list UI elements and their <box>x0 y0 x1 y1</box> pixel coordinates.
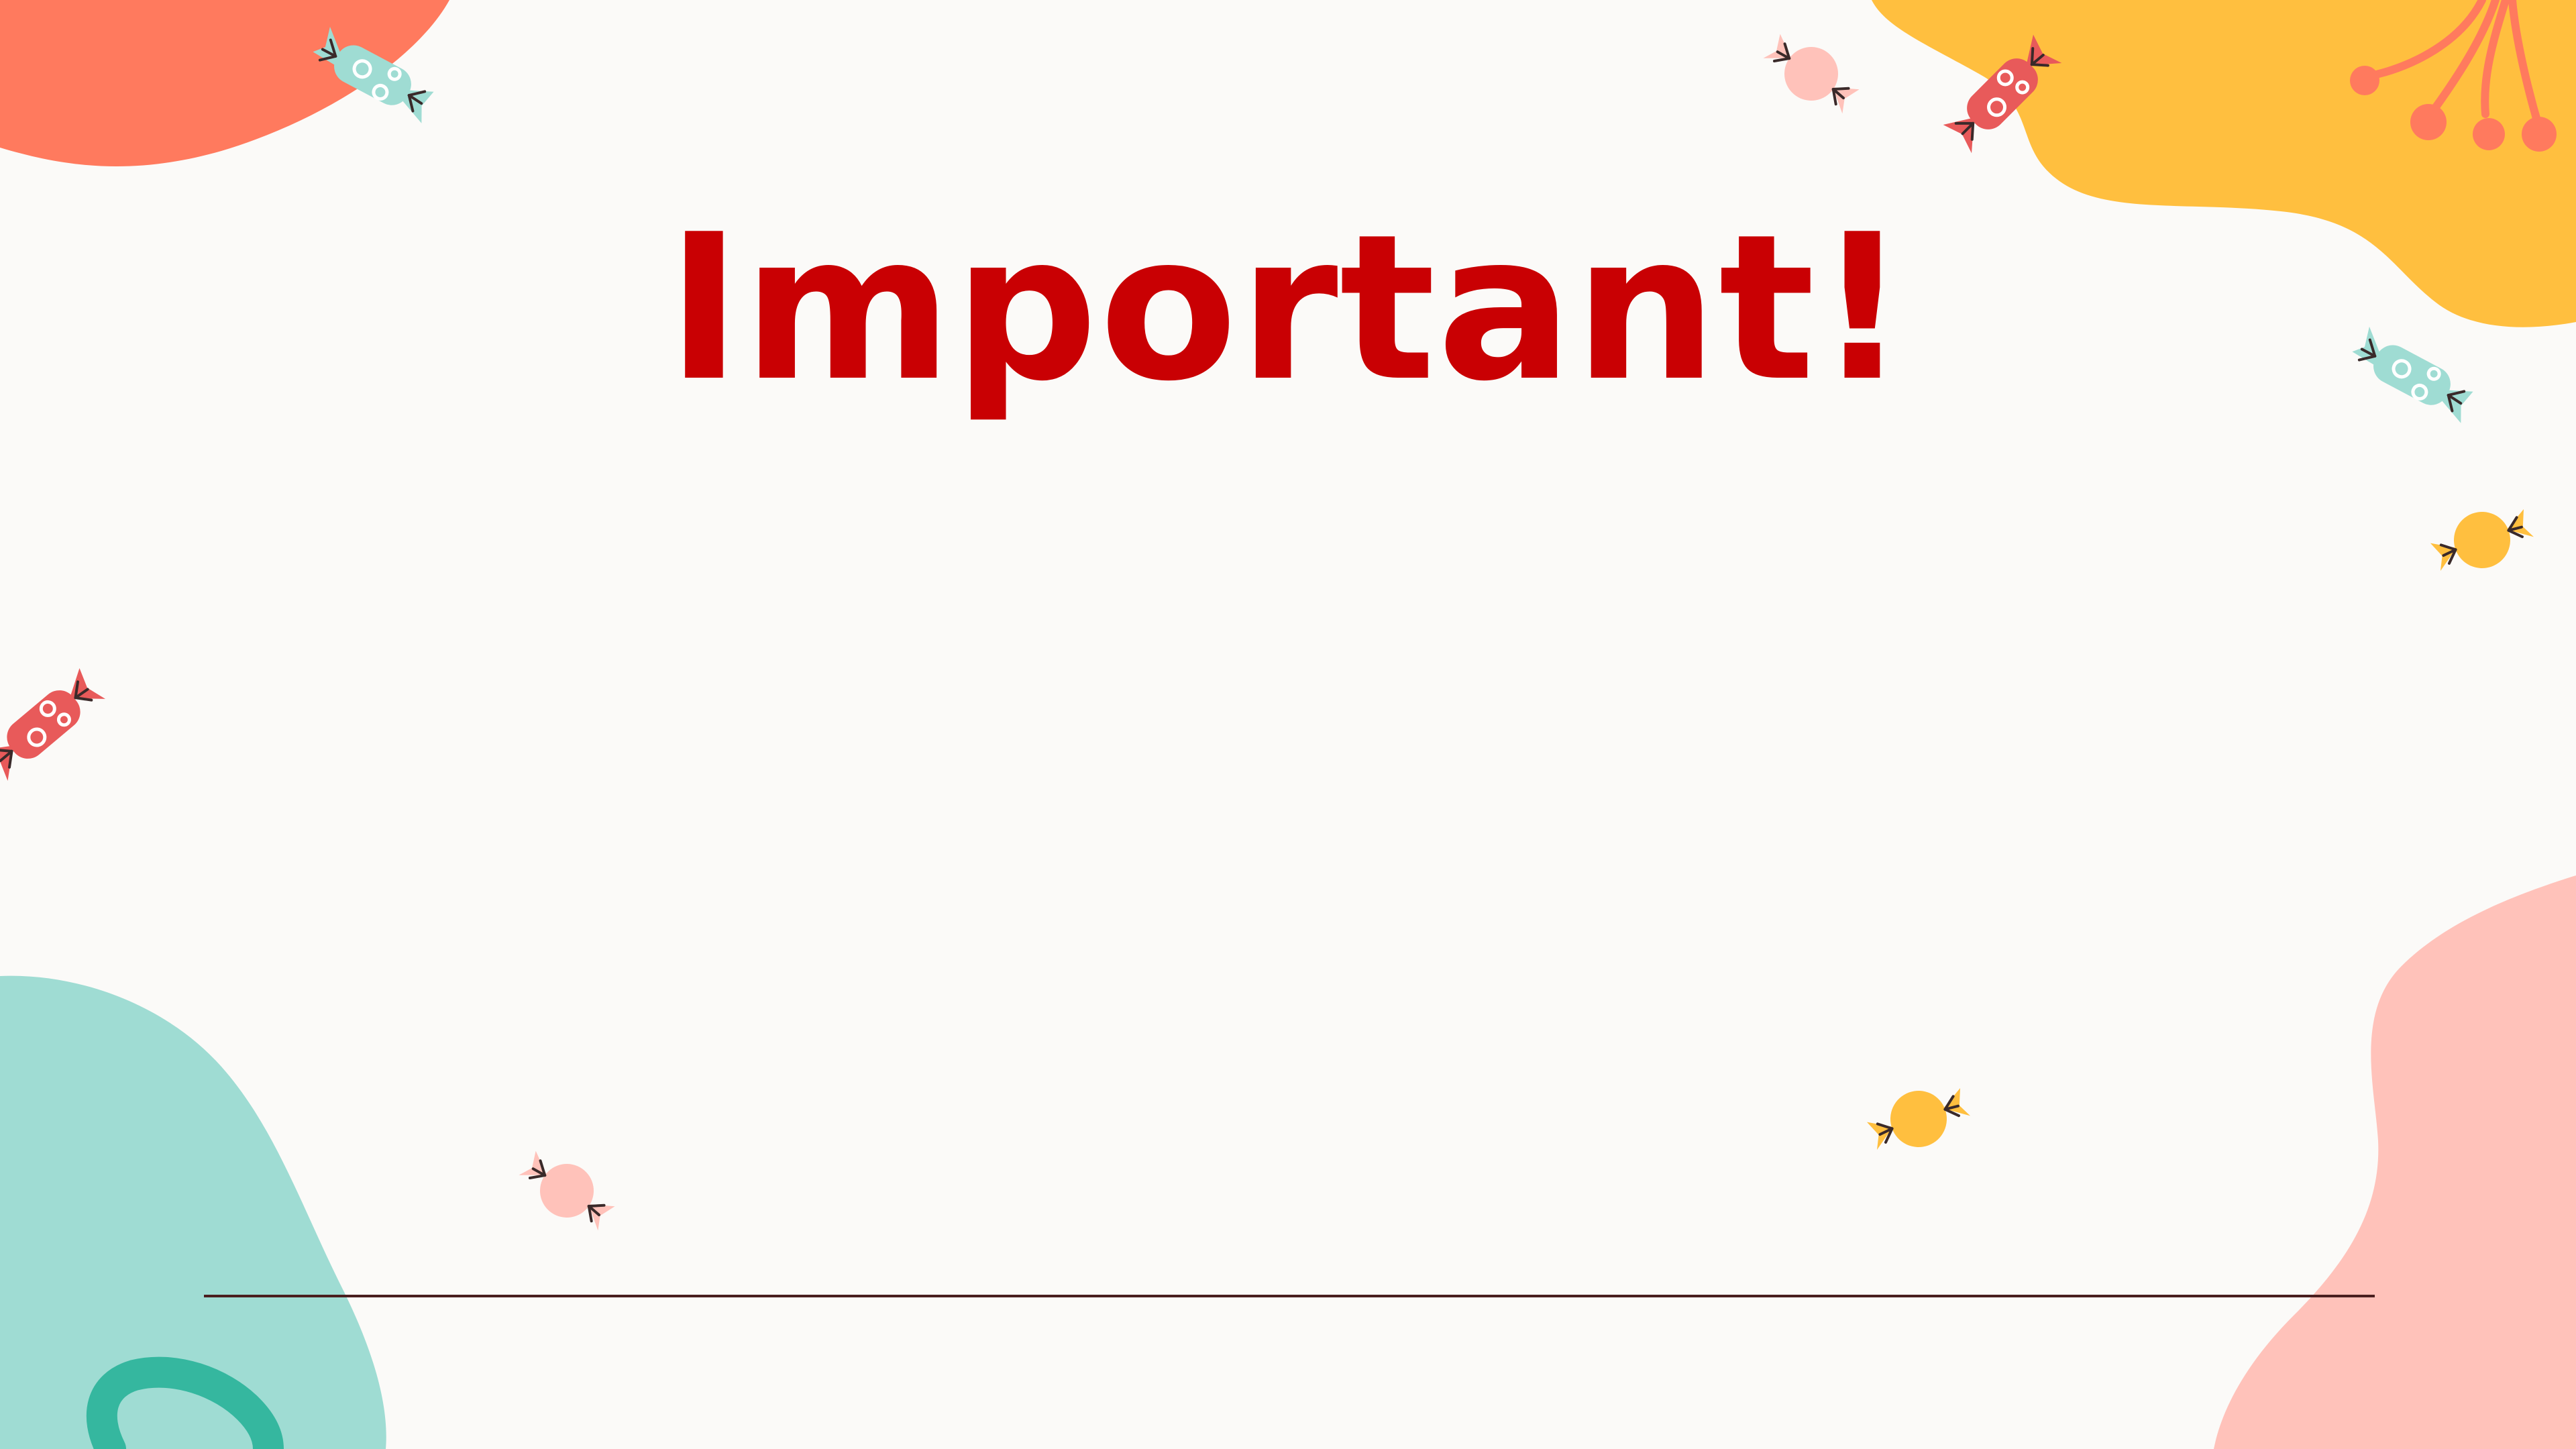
pink-blob <box>2214 875 2576 1449</box>
candy-red-icon <box>0 667 106 782</box>
candy-pink-icon <box>1763 34 1860 114</box>
candy-yellow-icon <box>2430 509 2534 571</box>
divider-line <box>204 1295 2375 1297</box>
candy-yellow-icon <box>1866 1088 1971 1150</box>
candy-pink-icon <box>519 1150 615 1231</box>
slide: Important! <box>0 0 2576 1449</box>
slide-title: Important! <box>666 191 1910 425</box>
